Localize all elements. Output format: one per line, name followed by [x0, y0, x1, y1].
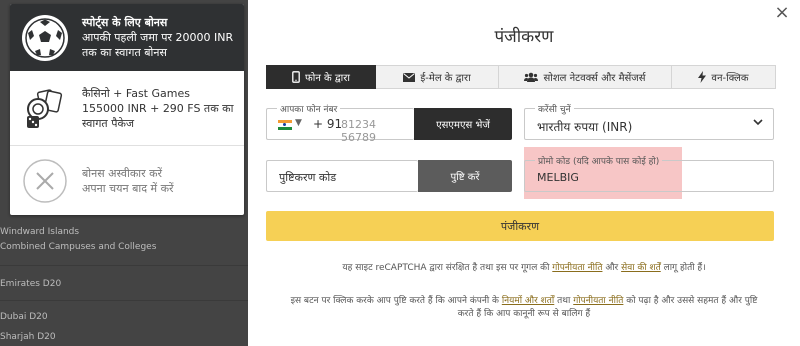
- dial-code: + 91: [313, 117, 343, 131]
- currency-value: भारतीय रुपया (INR): [537, 120, 633, 134]
- phone-field[interactable]: आपका फोन नंबर ▼ + 91 81234 56789: [266, 102, 414, 144]
- bonus-description: अपना चयन बाद में करें: [82, 181, 174, 195]
- confirm-button[interactable]: पुष्टि करें: [418, 160, 512, 192]
- notice-text: लागू होती हैं।: [663, 263, 706, 273]
- tab-email[interactable]: ई-मेल के द्वारा: [376, 65, 499, 89]
- bonus-option-sports[interactable]: स्पोर्ट्स के लिए बोनस आपकी पहली जमा पर 2…: [10, 4, 244, 71]
- envelope-icon: [403, 72, 416, 82]
- bonus-title: बोनस अस्वीकार करें: [82, 166, 163, 180]
- bonus-title: कैसिनो + Fast Games: [82, 86, 190, 100]
- bonus-option-decline[interactable]: बोनस अस्वीकार करें अपना चयन बाद में करें: [10, 146, 244, 215]
- bonus-description: आपकी पहली जमा पर 20000 INR तक का स्वागत …: [82, 31, 234, 59]
- bonus-text: स्पोर्ट्स के लिए बोनस आपकी पहली जमा पर 2…: [82, 15, 244, 60]
- notice-text: तथा: [557, 296, 571, 306]
- close-button[interactable]: ×: [772, 3, 792, 23]
- tab-label: ई-मेल के द्वारा: [420, 73, 471, 84]
- privacy-policy-link[interactable]: गोपनीयता नीति: [552, 263, 602, 273]
- confirmation-code-field[interactable]: पुष्टिकरण कोड: [266, 160, 418, 192]
- privacy-policy-link[interactable]: गोपनीयता नीति: [573, 296, 623, 306]
- currency-label: करेंसी चुनें: [535, 102, 574, 115]
- tab-one-click[interactable]: वन-क्लिक: [672, 65, 776, 89]
- phone-input[interactable]: 81234 56789: [341, 118, 414, 144]
- terms-of-service-link[interactable]: सेवा की शर्तें: [621, 263, 661, 273]
- register-button[interactable]: पंजीकरण: [266, 211, 774, 241]
- bg-list-item: Combined Campuses and Colleges: [0, 242, 157, 252]
- users-icon: [524, 72, 539, 82]
- tab-label: वन-क्लिक: [711, 73, 749, 84]
- send-sms-button[interactable]: एसएमएस भेजें: [414, 108, 512, 140]
- modal-title: पंजीकरण: [494, 27, 554, 47]
- bg-list-item: Emirates D20: [0, 279, 62, 289]
- notice-text: इस बटन पर क्लिक करके आप पुष्टि करते हैं …: [290, 296, 499, 306]
- notice-text: यह साइट reCAPTCHA द्वारा संरक्षित है तथा…: [342, 263, 550, 273]
- rules-link[interactable]: नियमों और शर्तों: [502, 296, 554, 306]
- promo-code-field[interactable]: प्रोमो कोड (यदि आपके पास कोई हो) MELBIG: [524, 154, 774, 192]
- phone-icon: [292, 71, 300, 83]
- bonus-panel: स्पोर्ट्स के लिए बोनस आपकी पहली जमा पर 2…: [10, 4, 244, 215]
- promo-code-input[interactable]: MELBIG: [537, 171, 579, 184]
- tab-label: फोन के द्वारा: [305, 73, 350, 84]
- currency-select[interactable]: करेंसी चुनें भारतीय रुपया (INR): [524, 102, 774, 140]
- bonus-title: स्पोर्ट्स के लिए बोनस: [82, 16, 168, 29]
- bonus-text: कैसिनो + Fast Games 155000 INR + 290 FS …: [82, 86, 244, 131]
- bg-list-item: Windward Islands: [0, 227, 80, 237]
- tab-social[interactable]: सोशल नेटवर्क्स और मैसेंजर्स: [499, 65, 672, 89]
- phone-label: आपका फोन नंबर: [277, 102, 341, 115]
- tab-phone[interactable]: फोन के द्वारा: [266, 65, 376, 89]
- bonus-text: बोनस अस्वीकार करें अपना चयन बाद में करें: [82, 166, 174, 196]
- divider: [0, 300, 250, 301]
- close-circle-icon: [22, 158, 68, 204]
- divider: [0, 265, 250, 266]
- bonus-option-casino[interactable]: कैसिनो + Fast Games 155000 INR + 290 FS …: [10, 71, 244, 145]
- confirmation-code-input[interactable]: पुष्टिकरण कोड: [279, 170, 336, 185]
- bg-list-item: Sharjah D20: [0, 332, 56, 342]
- bg-list-item: Dubai D20: [0, 312, 48, 322]
- bolt-icon: [698, 71, 707, 83]
- bonus-description: 155000 INR + 290 FS तक का स्वागत पैकेज: [82, 101, 234, 130]
- india-flag-icon[interactable]: [278, 120, 292, 130]
- chevron-down-icon: [753, 119, 763, 126]
- registration-tabs: फोन के द्वारा ई-मेल के द्वारा सोशल नेटवर…: [266, 65, 776, 89]
- tab-label: सोशल नेटवर्क्स और मैसेंजर्स: [543, 73, 646, 84]
- chevron-down-icon[interactable]: ▼: [295, 118, 302, 128]
- recaptcha-notice: यह साइट reCAPTCHA द्वारा संरक्षित है तथा…: [248, 262, 800, 275]
- agreement-notice: इस बटन पर क्लिक करके आप पुष्टि करते हैं …: [248, 295, 800, 321]
- notice-text: और: [605, 263, 619, 273]
- casino-icon: [22, 85, 68, 131]
- promo-label: प्रोमो कोड (यदि आपके पास कोई हो): [535, 154, 663, 167]
- soccer-ball-icon: [22, 14, 68, 61]
- registration-modal: × पंजीकरण फोन के द्वारा ई-मेल के द्वारा …: [248, 0, 800, 346]
